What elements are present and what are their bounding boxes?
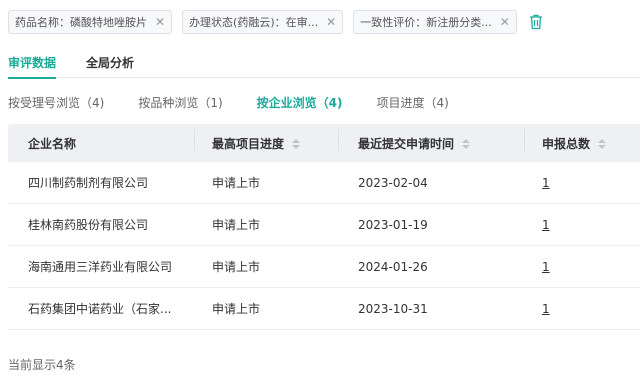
column-header-label: 最近提交申请时间	[358, 136, 455, 151]
tab-by-acceptance-number[interactable]: 按受理号浏览（4)	[8, 94, 104, 111]
filter-chip-label: 药品名称：磷酸特地唑胺片	[15, 16, 147, 29]
table-row: 石药集团中诺药业（石家... 申请上市 2023-10-31 1	[8, 288, 640, 330]
tab-project-progress[interactable]: 项目进度（4)	[377, 94, 449, 111]
total-link[interactable]: 1	[542, 260, 550, 274]
record-count: 当前显示4条	[8, 358, 76, 372]
cell-enterprise: 石药集团中诺药业（石家...	[28, 302, 172, 316]
total-link[interactable]: 1	[542, 218, 550, 232]
sort-icon[interactable]	[598, 139, 607, 149]
total-link[interactable]: 1	[542, 176, 550, 190]
close-icon[interactable]: ✕	[326, 15, 336, 29]
sort-icon[interactable]	[462, 139, 471, 149]
trash-icon[interactable]	[527, 13, 545, 31]
sub-tabs: 按受理号浏览（4) 按品种浏览（1) 按企业浏览（4) 项目进度（4)	[8, 94, 483, 111]
tab-by-variety[interactable]: 按品种浏览（1)	[138, 94, 222, 111]
table-header: 企业名称 最高项目进度 最近提交申请时间 申报总数	[8, 124, 640, 162]
cell-enterprise: 四川制药制剂有限公司	[28, 176, 149, 190]
cell-date: 2024-01-26	[358, 259, 428, 274]
total-link[interactable]: 1	[542, 302, 550, 316]
cell-date: 2023-01-19	[358, 217, 428, 232]
column-header-enterprise: 企业名称	[28, 136, 77, 151]
tab-by-enterprise[interactable]: 按企业浏览（4)	[257, 94, 343, 111]
cell-progress: 申请上市	[212, 176, 261, 190]
close-icon[interactable]: ✕	[500, 15, 510, 29]
enterprise-table: 企业名称 最高项目进度 最近提交申请时间 申报总数 四川制药制剂有限公司 申请上…	[8, 124, 640, 330]
cell-progress: 申请上市	[212, 218, 261, 232]
column-header-total[interactable]: 申报总数	[524, 128, 640, 152]
cell-progress: 申请上市	[212, 260, 261, 274]
filter-chip-drug-name[interactable]: 药品名称：磷酸特地唑胺片 ✕	[8, 10, 173, 34]
filter-chip-label: 办理状态(药融云)：在审...	[189, 16, 319, 29]
tab-review-data[interactable]: 审评数据	[8, 52, 57, 79]
filter-bar: 药品名称：磷酸特地唑胺片 ✕ 办理状态(药融云)：在审... ✕ 一致性评价：新…	[8, 10, 545, 34]
cell-progress: 申请上市	[212, 302, 261, 316]
column-header-last-submit[interactable]: 最近提交申请时间	[338, 128, 524, 152]
table-row: 四川制药制剂有限公司 申请上市 2023-02-04 1	[8, 162, 640, 204]
cell-date: 2023-02-04	[358, 175, 428, 190]
column-header-label: 申报总数	[542, 136, 591, 151]
column-header-progress[interactable]: 最高项目进度	[194, 128, 338, 152]
table-row: 海南通用三洋药业有限公司 申请上市 2024-01-26 1	[8, 246, 640, 288]
filter-chip-consistency[interactable]: 一致性评价：新注册分类... ✕	[353, 10, 517, 34]
sort-icon[interactable]	[292, 139, 301, 149]
cell-enterprise: 桂林南药股份有限公司	[28, 218, 149, 232]
filter-chip-label: 一致性评价：新注册分类...	[360, 16, 492, 29]
table-row: 桂林南药股份有限公司 申请上市 2023-01-19 1	[8, 204, 640, 246]
tab-global-analysis[interactable]: 全局分析	[86, 52, 134, 78]
main-tabs: 审评数据 全局分析	[8, 52, 640, 79]
cell-enterprise: 海南通用三洋药业有限公司	[28, 260, 173, 274]
close-icon[interactable]: ✕	[155, 15, 165, 29]
filter-chip-status[interactable]: 办理状态(药融云)：在审... ✕	[182, 10, 344, 34]
column-header-label: 最高项目进度	[212, 136, 285, 151]
cell-date: 2023-10-31	[358, 301, 428, 316]
